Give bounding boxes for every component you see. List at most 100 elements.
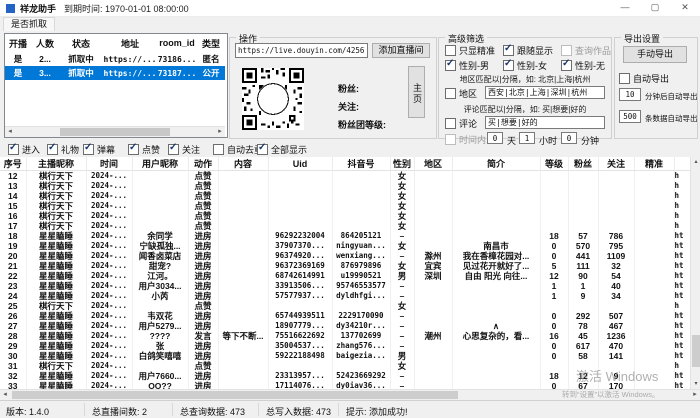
- room-row[interactable]: 是3...抓取中https://...73187...公开: [5, 66, 225, 80]
- room-horizontal-scrollbar[interactable]: ◂ ▸: [5, 126, 225, 137]
- room-row[interactable]: 是2...抓取中https://...73186...匿名: [5, 52, 225, 66]
- column-header[interactable]: 性别: [390, 157, 414, 171]
- checkbox-box: [503, 45, 514, 56]
- column-header[interactable]: 状态: [59, 34, 103, 52]
- checkbox-gender-none[interactable]: 性别-无: [561, 59, 619, 72]
- close-icon[interactable]: ✕: [670, 0, 700, 16]
- table-row[interactable]: 20星星瞌睡2024-...闻香卤菜店进房96374920...wenxiang…: [0, 251, 690, 261]
- table-row[interactable]: 14棋行天下2024-...点赞女h: [0, 191, 690, 201]
- column-header[interactable]: 抖音号: [332, 157, 390, 171]
- column-header[interactable]: 序号: [0, 157, 26, 171]
- vertical-scrollbar[interactable]: ▴ ▾: [690, 157, 700, 389]
- table-row[interactable]: 32星星瞌睡2024-...用户7660...进房23313957...5242…: [0, 371, 690, 381]
- checkbox-gender-female[interactable]: 性别-女: [503, 59, 561, 72]
- cell: h: [674, 171, 690, 182]
- column-header[interactable]: 等级: [540, 157, 568, 171]
- table-row[interactable]: 27星星瞌睡2024-...用户5279...进房18907779...dy34…: [0, 321, 690, 331]
- table-row[interactable]: 30星星瞌睡2024-...白鸽笑嘻嘻进房59222188498baigezia…: [0, 351, 690, 361]
- column-header[interactable]: 人数: [31, 34, 59, 52]
- checkbox-enter[interactable]: 进入: [8, 143, 40, 156]
- column-header[interactable]: 动作: [188, 157, 218, 171]
- table-row[interactable]: 18星星瞌睡2024-...余同学进房96292232004864205121–…: [0, 231, 690, 241]
- cell: [634, 271, 674, 281]
- column-header[interactable]: 用户昵称: [132, 157, 188, 171]
- column-header[interactable]: 粉丝: [568, 157, 598, 171]
- table-row[interactable]: 26星星瞌睡2024-...韦双花进房657449395112229170090…: [0, 311, 690, 321]
- table-row[interactable]: 24星星瞌睡2024-...小芮进房57577937...dyldhfgi...…: [0, 291, 690, 301]
- cell: 我在香樟花园对...: [452, 251, 540, 261]
- column-header[interactable]: 开播: [5, 34, 31, 52]
- table-row[interactable]: 25棋行天下2024-...点赞女h: [0, 301, 690, 311]
- tab-capture[interactable]: 是否抓取: [3, 17, 55, 31]
- table-row[interactable]: 19星星瞌睡2024-...宁缺孤独...进房37907370...ningyu…: [0, 241, 690, 251]
- homepage-button[interactable]: 主页: [408, 66, 425, 118]
- event-filter-bar: 进入礼物弹幕点赞关注自动去重全部显示: [0, 141, 700, 157]
- cell: [634, 301, 674, 311]
- scroll-left-icon[interactable]: ◂: [0, 390, 10, 400]
- column-header[interactable]: 内容: [218, 157, 268, 171]
- checkbox-follow-display[interactable]: 跟随显示: [503, 44, 561, 57]
- table-row[interactable]: 12棋行天下2024-...点赞女h: [0, 171, 690, 182]
- live-url-input[interactable]: [235, 43, 368, 58]
- column-header[interactable]: 关注: [598, 157, 634, 171]
- table-row[interactable]: 22星星瞌睡2024-...江河。进房68742614991u19990521男…: [0, 271, 690, 281]
- checkbox-dedup[interactable]: 自动去重: [213, 143, 263, 156]
- cell: 2...: [31, 52, 59, 66]
- checkbox-box: [445, 118, 456, 129]
- checkbox-gender-male[interactable]: 性别-男: [445, 59, 503, 72]
- table-row[interactable]: 13棋行天下2024-...点赞女h: [0, 181, 690, 191]
- table-row[interactable]: 29星星瞌睡2024-...张进房35004537...zhang576...–…: [0, 341, 690, 351]
- checkbox-like[interactable]: 点赞: [128, 143, 160, 156]
- horizontal-scrollbar[interactable]: ◂ ▸: [0, 389, 700, 400]
- table-row[interactable]: 15棋行天下2024-...点赞女h: [0, 201, 690, 211]
- scroll-right-icon[interactable]: ▸: [690, 390, 700, 400]
- cell: [414, 321, 452, 331]
- column-header[interactable]: 主播昵称: [26, 157, 86, 171]
- table-row[interactable]: 28星星瞌睡2024-...????发言等下不断...7551662269213…: [0, 331, 690, 341]
- column-header[interactable]: 简介: [452, 157, 540, 171]
- table-row[interactable]: 31棋行天下2024-...点赞女h: [0, 361, 690, 371]
- column-header[interactable]: 地区: [414, 157, 452, 171]
- checkbox-follow[interactable]: 关注: [168, 143, 200, 156]
- table-row[interactable]: 23星星瞌睡2024-...用户3034...进房33913506...9574…: [0, 281, 690, 291]
- column-header[interactable]: 类型: [197, 34, 225, 52]
- scroll-up-icon[interactable]: ▴: [691, 157, 700, 167]
- cell: 甜宠?: [132, 261, 188, 271]
- checkbox-danmu[interactable]: 弹幕: [83, 143, 115, 156]
- cell: [132, 181, 188, 191]
- scroll-down-icon[interactable]: ▾: [691, 379, 700, 389]
- minimize-icon[interactable]: —: [610, 0, 640, 16]
- table-row[interactable]: 21星星瞌睡2024-...甜宠?进房96372369169876979896女…: [0, 261, 690, 271]
- column-header[interactable]: Uid: [268, 157, 332, 171]
- scrollbar-thumb[interactable]: [692, 335, 700, 367]
- scroll-right-icon[interactable]: ▸: [215, 127, 225, 137]
- column-header[interactable]: 时间: [86, 157, 132, 171]
- maximize-icon[interactable]: ▢: [640, 0, 670, 16]
- manual-export-button[interactable]: 手动导出: [623, 46, 687, 63]
- scroll-left-icon[interactable]: ◂: [5, 127, 15, 137]
- cell: 2024-...: [86, 311, 132, 321]
- checkbox-query-works[interactable]: 查询作品: [561, 44, 619, 57]
- checkbox-auto-export[interactable]: 自动导出: [619, 72, 677, 85]
- table-row[interactable]: 17棋行天下2024-...点赞女h: [0, 221, 690, 231]
- cell: 2024-...: [86, 271, 132, 281]
- export-minutes-input[interactable]: [619, 88, 641, 101]
- checkbox-show-all[interactable]: 全部显示: [257, 143, 307, 156]
- column-header[interactable]: room_id: [157, 34, 197, 52]
- cell: 自由 阳光 向往...: [452, 271, 540, 281]
- table-row[interactable]: 33星星瞌睡2024-...QQ??进房17114076...dy0iav36.…: [0, 381, 690, 389]
- export-count-input[interactable]: [619, 110, 641, 123]
- comment-input[interactable]: [485, 116, 605, 129]
- checkbox-gift[interactable]: 礼物: [47, 143, 79, 156]
- column-header[interactable]: 精准: [634, 157, 674, 171]
- cell: 用户3034...: [132, 281, 188, 291]
- scrollbar-thumb[interactable]: [60, 128, 170, 136]
- scrollbar-thumb[interactable]: [12, 391, 458, 399]
- checkbox-precise-only[interactable]: 只显精准: [445, 44, 503, 57]
- table-row[interactable]: 16棋行天下2024-...点赞女h: [0, 211, 690, 221]
- column-header[interactable]: 地址: [103, 34, 157, 52]
- region-input[interactable]: [485, 86, 605, 99]
- cell: [452, 371, 540, 381]
- add-room-button[interactable]: 添加直播间: [372, 43, 430, 58]
- column-header[interactable]: [674, 157, 690, 171]
